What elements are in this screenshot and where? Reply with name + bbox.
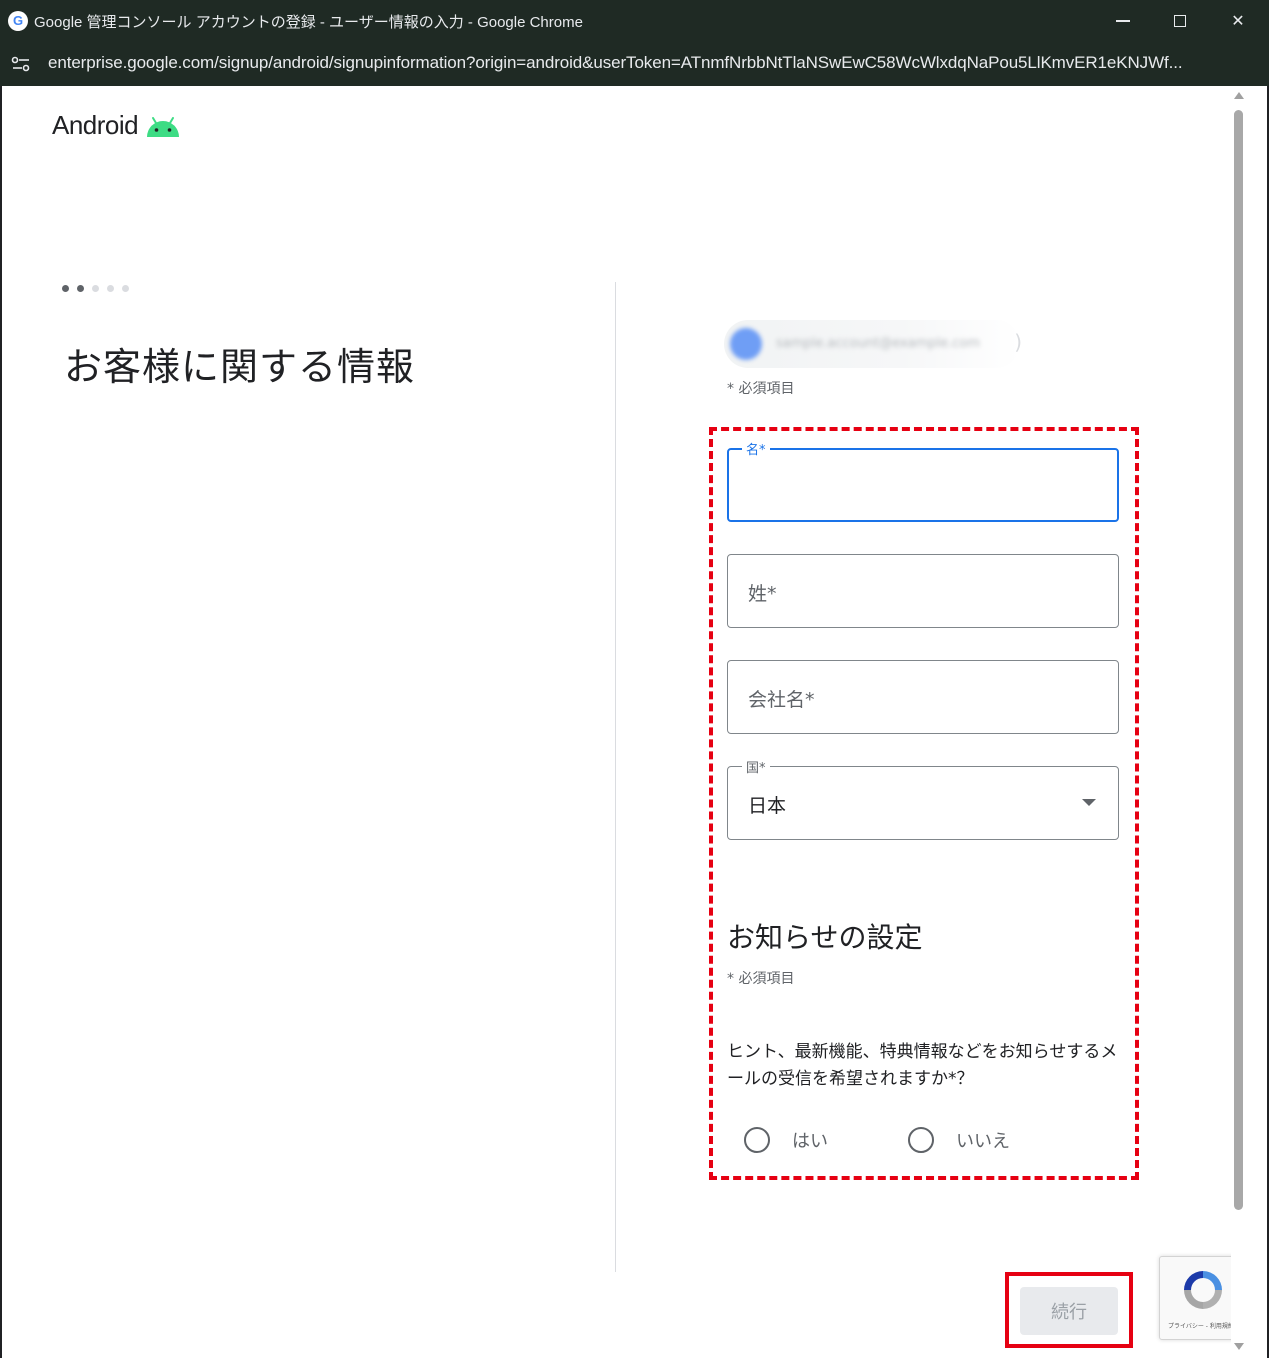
marketing-question: ヒント、最新機能、特典情報などをお知らせするメールの受信を希望されますか*？ <box>727 1042 1118 1089</box>
maximize-button[interactable] <box>1167 8 1193 34</box>
country-value: 日本 <box>748 795 787 817</box>
radio-option-yes[interactable]: はい <box>744 1127 828 1153</box>
recaptcha-icon <box>1184 1271 1222 1309</box>
last-name-field[interactable]: 姓* <box>727 554 1119 628</box>
scroll-up-arrow-icon[interactable] <box>1234 92 1244 99</box>
step-dot <box>92 285 99 292</box>
window-titlebar: G Google 管理コンソール アカウントの登録 - ユーザー情報の入力 - … <box>0 0 1269 42</box>
first-name-field[interactable]: 名* <box>727 439 1119 522</box>
radio-button[interactable] <box>908 1127 934 1153</box>
step-dot <box>107 285 114 292</box>
radio-button[interactable] <box>744 1127 770 1153</box>
url-text[interactable]: enterprise.google.com/signup/android/sig… <box>48 53 1183 73</box>
required-note: * 必須項目 <box>727 381 795 397</box>
first-name-label: 名* <box>742 439 770 458</box>
progress-steps <box>62 285 129 292</box>
company-name-field[interactable]: 会社名* <box>727 660 1119 734</box>
google-g-icon: G <box>8 11 28 31</box>
last-name-label: 姓* <box>748 583 777 605</box>
step-dot <box>62 285 69 292</box>
dropdown-arrow-icon <box>1082 799 1096 806</box>
country-label: 国* <box>742 757 770 776</box>
close-window-button[interactable]: ✕ <box>1225 8 1251 34</box>
page-title: お客様に関する情報 <box>64 345 416 389</box>
page-content: Android お客様に関する情報 sample.account@example… <box>2 86 1267 1358</box>
android-bot-icon <box>147 116 180 137</box>
column-divider <box>615 282 616 1272</box>
required-note: * 必須項目 <box>727 971 795 987</box>
chip-edge: ) <box>1014 330 1022 354</box>
vertical-scrollbar[interactable] <box>1231 86 1245 1358</box>
recaptcha-footer[interactable]: プライバシー - 利用規約 <box>1168 1321 1234 1330</box>
minimize-button[interactable] <box>1110 8 1136 34</box>
radio-label-yes: はい <box>792 1131 828 1152</box>
radio-label-no: いいえ <box>956 1131 1010 1152</box>
brand-name: Android <box>52 110 139 140</box>
notifications-title: お知らせの設定 <box>727 921 923 954</box>
account-chip[interactable]: sample.account@example.com ) <box>724 320 1022 368</box>
account-email: sample.account@example.com <box>776 336 981 351</box>
scroll-down-arrow-icon[interactable] <box>1234 1343 1244 1350</box>
continue-button[interactable]: 続行 <box>1020 1287 1118 1335</box>
window-title: Google 管理コンソール アカウントの登録 - ユーザー情報の入力 - Go… <box>34 14 583 31</box>
recaptcha-badge[interactable]: プライバシー - 利用規約 <box>1159 1256 1239 1340</box>
site-settings-icon[interactable] <box>10 54 32 74</box>
country-select[interactable]: 国* 日本 <box>727 757 1119 840</box>
scroll-thumb[interactable] <box>1234 110 1243 1210</box>
step-dot <box>77 285 84 292</box>
android-brand: Android <box>52 110 182 141</box>
radio-option-no[interactable]: いいえ <box>908 1127 1010 1153</box>
avatar <box>730 328 762 360</box>
step-dot <box>122 285 129 292</box>
address-bar: enterprise.google.com/signup/android/sig… <box>0 42 1269 86</box>
company-name-label: 会社名* <box>748 689 815 711</box>
